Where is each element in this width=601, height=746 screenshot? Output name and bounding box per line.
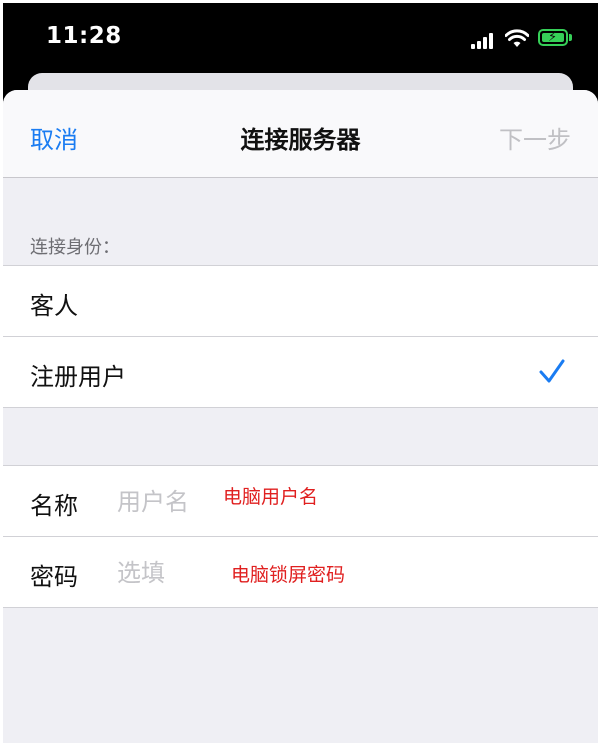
next-button[interactable]: 下一步: [499, 120, 571, 155]
status-time: 11:28: [46, 23, 122, 49]
name-label: 名称: [30, 492, 78, 520]
status-bar: 11:28 ⚡: [3, 3, 598, 83]
password-annotation: 电脑锁屏密码: [231, 564, 346, 586]
credentials-group: 名称 电脑用户名 密码 电脑锁屏密码: [3, 465, 598, 608]
option-registered-user[interactable]: 注册用户: [3, 336, 598, 407]
option-registered-user-label: 注册用户: [30, 363, 126, 391]
wifi-icon: [505, 29, 529, 47]
option-guest[interactable]: 客人: [3, 266, 598, 336]
password-label: 密码: [30, 563, 78, 591]
checkmark-icon: [539, 359, 565, 383]
connect-as-header: 连接身份：: [30, 237, 120, 258]
password-row: 密码 电脑锁屏密码: [3, 536, 598, 607]
name-row: 名称 电脑用户名: [3, 466, 598, 536]
connect-as-group: 客人 注册用户: [3, 265, 598, 408]
option-guest-label: 客人: [30, 292, 78, 320]
battery-charging-icon: ⚡: [538, 29, 568, 46]
navigation-bar: 取消 连接服务器 下一步: [3, 90, 598, 178]
phone-screen: 11:28 ⚡ 取消 连接服务器 下一步 连接身份： 客人 注册用户 名称 用户…: [3, 3, 598, 743]
battery-cap: [569, 34, 572, 41]
name-annotation: 电脑用户名: [223, 486, 319, 508]
cellular-signal-icon: [471, 33, 495, 49]
connect-server-sheet: 取消 连接服务器 下一步 连接身份： 客人 注册用户 名称 电脑用户名: [3, 90, 598, 743]
